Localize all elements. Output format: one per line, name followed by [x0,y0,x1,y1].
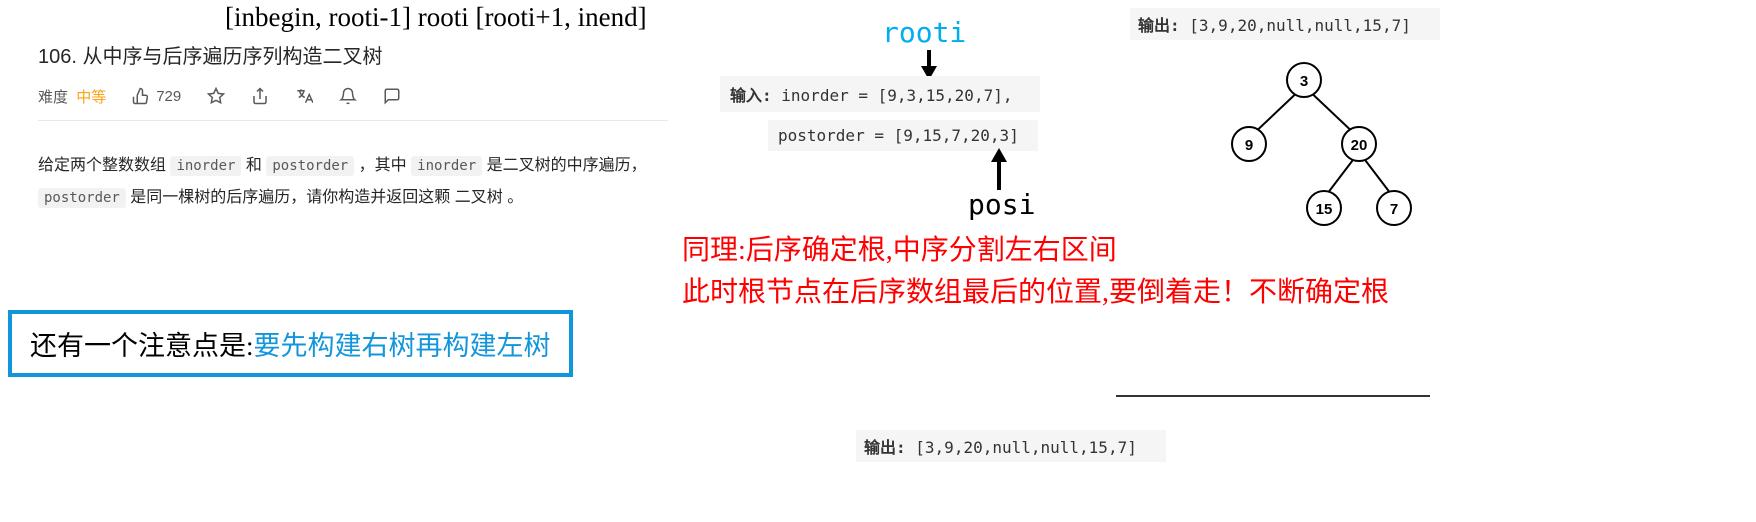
translate-icon [295,87,313,105]
thumbs-up-icon [132,87,150,105]
problem-meta: 难度 中等 729 [38,80,401,112]
desc-text: 给定两个整数数组 [38,157,170,174]
like-count: 729 [156,88,181,105]
explain-line2: 此时根节点在后序数组最后的位置,要倒着走！不断确定根 [682,272,1389,314]
code-inorder: inorder [170,156,241,176]
problem-title: 106. 从中序与后序遍历序列构造二叉树 [38,40,382,69]
output-example-2: 输出: [3,9,20,null,null,15,7] [856,430,1166,462]
tree-node-root: 3 [1300,73,1308,90]
problem-description: 给定两个整数数组 inorder 和 postorder ，其中 inorder… [38,150,678,214]
input-postorder: postorder = [9,15,7,20,3] [778,126,1019,145]
rooti-label: rooti [882,16,966,49]
output-label-2: 输出: [864,438,915,457]
desc-text: 和 [241,157,266,174]
code-postorder: postorder [266,156,354,176]
explain-line1: 同理:后序确定根,中序分割左右区间 [682,230,1389,272]
bell-button[interactable] [339,87,357,105]
note-prefix: 还有一个注意点是: [30,331,254,361]
divider [38,120,668,121]
input-label: 输入: [730,86,781,105]
difficulty-value: 中等 [76,89,106,106]
note-highlight: 要先构建右树再构建左树 [254,331,551,361]
input-inorder: inorder = [9,3,15,20,7], [781,86,1012,105]
like-button[interactable]: 729 [132,87,181,105]
range-formula: [inbegin, rooti-1] rooti [rooti+1, inend… [225,2,647,33]
code-inorder2: inorder [411,156,482,176]
output-value-2: [3,9,20,null,null,15,7] [915,438,1137,457]
share-icon [251,87,269,105]
tree-node-right: 20 [1351,137,1368,154]
star-icon [207,87,225,105]
desc-text: 是二叉树的中序遍历， [482,157,646,174]
desc-text: ，其中 [354,157,411,174]
feedback-button[interactable] [383,87,401,105]
posi-label: posi [968,188,1035,221]
translate-button[interactable] [295,87,313,105]
explanation: 同理:后序确定根,中序分割左右区间 此时根节点在后序数组最后的位置,要倒着走！不… [682,230,1389,314]
bell-icon [339,87,357,105]
difficulty-label: 难度 [38,89,68,106]
tree-node-rr: 7 [1390,201,1398,218]
note-box: 还有一个注意点是:要先构建右树再构建左树 [8,310,573,377]
desc-text: 是同一棵树的后序遍历，请你构造并返回这颗 二叉树 。 [126,189,523,206]
star-button[interactable] [207,87,225,105]
difficulty: 难度 中等 [38,86,106,107]
code-postorder2: postorder [38,188,126,208]
tree-node-rl: 15 [1316,201,1333,218]
input-example: 输入: inorder = [9,3,15,20,7], [720,76,1040,112]
binary-tree-diagram: 3 9 20 15 7 [1194,58,1414,228]
output-example: 输出: [3,9,20,null,null,15,7] [1130,8,1440,40]
output-label: 输出: [1138,16,1189,35]
feedback-icon [383,87,401,105]
tree-node-left: 9 [1245,137,1253,154]
output-value: [3,9,20,null,null,15,7] [1189,16,1411,35]
share-button[interactable] [251,87,269,105]
divider-bottom [1116,395,1430,397]
arrow-up-icon [988,148,1010,190]
postorder-example: postorder = [9,15,7,20,3] [768,120,1038,151]
